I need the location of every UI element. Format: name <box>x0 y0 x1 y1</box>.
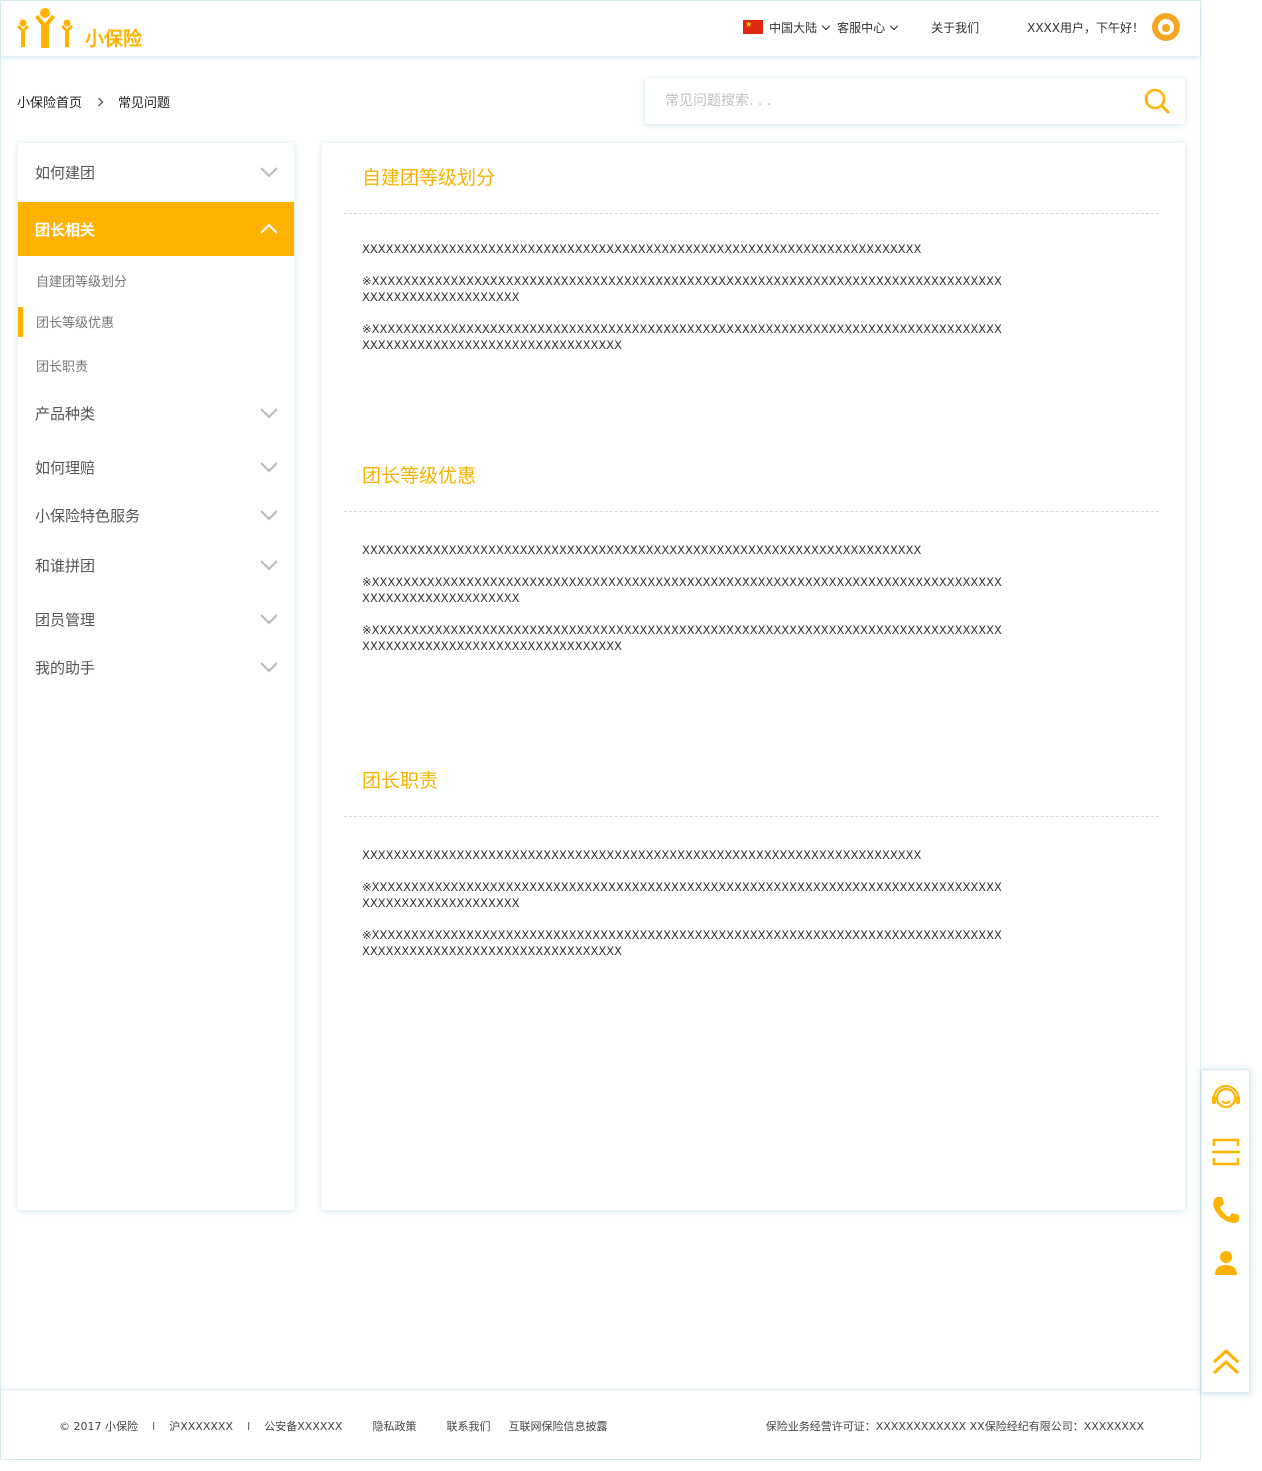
sidebar-item-label: 团长相关 <box>35 220 96 239</box>
search-icon[interactable] <box>1143 87 1171 115</box>
sidebar-item-create-group[interactable]: 如何建团 <box>18 145 294 199</box>
sidebar-item-label: 团员管理 <box>35 610 96 629</box>
section-paragraph: ※XXXXXXXXXXXXXXXXXXXXXXXXXXXXXXXXXXXXXXX… <box>362 575 1002 605</box>
section-paragraph: XXXXXXXXXXXXXXXXXXXXXXXXXXXXXXXXXXXXXXXX… <box>362 242 922 256</box>
footer-separator: I <box>247 1419 251 1433</box>
faq-content: 自建团等级划分 XXXXXXXXXXXXXXXXXXXXXXXXXXXXXXXX… <box>322 143 1185 1210</box>
section-title: 自建团等级划分 <box>362 167 496 189</box>
section-paragraph: XXXXXXXXXXXXXXXXXXXXXXXXXXXXXXXXXXXXXXXX… <box>362 848 922 862</box>
privacy-policy-link[interactable]: 隐私政策 <box>372 1418 416 1434</box>
dashed-divider <box>344 511 1159 512</box>
section-paragraph: ※XXXXXXXXXXXXXXXXXXXXXXXXXXXXXXXXXXXXXXX… <box>362 880 1002 910</box>
sub-item-leader-discounts[interactable]: 团长等级优惠 <box>18 301 294 341</box>
customer-service-menu[interactable]: 客服中心 <box>837 19 905 36</box>
brand-name: 小保险 <box>85 28 143 50</box>
region-selector[interactable]: 中国大陆 <box>743 19 837 36</box>
breadcrumb-current: 常见问题 <box>118 96 171 111</box>
scan-icon[interactable] <box>1210 1136 1242 1168</box>
section-paragraph: ※XXXXXXXXXXXXXXXXXXXXXXXXXXXXXXXXXXXXXXX… <box>362 928 1002 958</box>
sub-item-label: 团长等级优惠 <box>36 315 115 331</box>
about-us-link[interactable]: 关于我们 <box>931 19 979 36</box>
footer: © 2017 小保险 I 沪XXXXXXX I 公安备XXXXXX 隐私政策 联… <box>1 1391 1200 1459</box>
chevron-down-icon <box>260 408 278 419</box>
sub-item-group-levels[interactable]: 自建团等级划分 <box>18 260 294 300</box>
sidebar-item-claims[interactable]: 如何理赔 <box>18 440 294 494</box>
dashed-divider <box>344 213 1159 214</box>
footer-separator: I <box>152 1419 156 1433</box>
search-box <box>645 78 1185 124</box>
faq-sidebar: 如何建团 团长相关 自建团等级划分 团长等级优惠 团长职责 产品种类 如何理赔 … <box>18 143 294 1210</box>
header: 小保险 中国大陆 客服中心 关于我们 XXXX用户，下午好！ <box>1 1 1200 56</box>
contact-us-link[interactable]: 联系我们 <box>446 1418 490 1434</box>
floating-toolbar <box>1201 1069 1250 1393</box>
chevron-down-icon <box>260 462 278 473</box>
chevron-down-icon <box>260 560 278 571</box>
about-us-label: 关于我们 <box>931 20 980 35</box>
avatar[interactable] <box>1152 13 1180 41</box>
chevron-down-icon <box>260 167 278 178</box>
sidebar-item-special-services[interactable]: 小保险特色服务 <box>18 488 294 542</box>
chevron-down-icon <box>889 21 899 30</box>
section-paragraph: ※XXXXXXXXXXXXXXXXXXXXXXXXXXXXXXXXXXXXXXX… <box>362 322 1002 352</box>
sub-item-label: 自建团等级划分 <box>36 274 128 290</box>
breadcrumb: 小保险首页 常见问题 <box>17 92 170 111</box>
section-title: 团长职责 <box>362 770 439 792</box>
section-paragraph: ※XXXXXXXXXXXXXXXXXXXXXXXXXXXXXXXXXXXXXXX… <box>362 623 1002 653</box>
sidebar-item-group-with[interactable]: 和谁拼团 <box>18 538 294 592</box>
sub-item-leader-duties[interactable]: 团长职责 <box>18 345 294 385</box>
insurance-disclosure-link[interactable]: 互联网保险信息披露 <box>508 1418 607 1434</box>
china-flag-icon <box>743 20 764 34</box>
user-greeting: XXXX用户，下午好！ <box>1027 19 1144 36</box>
dashed-divider <box>344 816 1159 817</box>
police-record[interactable]: 公安备XXXXXX <box>264 1418 342 1434</box>
top-nav: 中国大陆 客服中心 关于我们 XXXX用户，下午好！ <box>743 1 1180 53</box>
sidebar-item-label: 如何建团 <box>35 163 96 182</box>
chevron-down-icon <box>260 662 278 673</box>
sidebar-item-label: 我的助手 <box>35 658 96 677</box>
section-paragraph: XXXXXXXXXXXXXXXXXXXXXXXXXXXXXXXXXXXXXXXX… <box>362 543 922 557</box>
sidebar-item-label: 和谁拼团 <box>35 556 96 575</box>
customer-service-label: 客服中心 <box>837 20 886 35</box>
sidebar-item-member-management[interactable]: 团员管理 <box>18 592 294 646</box>
chevron-up-icon <box>260 223 278 234</box>
sidebar-item-label: 小保险特色服务 <box>35 506 141 525</box>
chevron-down-icon <box>821 21 831 30</box>
chevron-down-icon <box>260 614 278 625</box>
sidebar-item-my-assistant[interactable]: 我的助手 <box>18 640 294 694</box>
logo[interactable]: 小保险 <box>15 7 165 51</box>
headset-icon[interactable] <box>1210 1082 1242 1114</box>
breadcrumb-home[interactable]: 小保险首页 <box>17 92 82 111</box>
section-paragraph: ※XXXXXXXXXXXXXXXXXXXXXXXXXXXXXXXXXXXXXXX… <box>362 274 1002 304</box>
footer-left: © 2017 小保险 I 沪XXXXXXX I 公安备XXXXXX 隐私政策 联… <box>59 1418 607 1434</box>
icp-number[interactable]: 沪XXXXXXX <box>169 1418 233 1434</box>
chevron-right-icon <box>94 97 104 106</box>
chevron-down-icon <box>260 510 278 521</box>
greeting-text: XXXX用户，下午好！ <box>1027 20 1144 35</box>
phone-icon[interactable] <box>1210 1194 1242 1226</box>
search-input[interactable] <box>665 90 1125 112</box>
sub-item-label: 团长职责 <box>36 359 89 375</box>
sidebar-item-label: 产品种类 <box>35 404 96 423</box>
page: 小保险 中国大陆 客服中心 关于我们 XXXX用户，下午好！ 小保险首页 常见 <box>0 0 1201 1460</box>
logo-people-icon <box>17 8 73 48</box>
sidebar-item-group-leader[interactable]: 团长相关 <box>18 202 294 256</box>
back-to-top-icon[interactable] <box>1210 1346 1242 1378</box>
copyright-text: © 2017 小保险 <box>59 1420 138 1433</box>
sidebar-item-label: 如何理赔 <box>35 458 96 477</box>
region-label: 中国大陆 <box>769 20 818 35</box>
license-text: 保险业务经营许可证：XXXXXXXXXXXX XX保险经纪有限公司：XXXXXX… <box>765 1420 1144 1433</box>
sidebar-item-product-types[interactable]: 产品种类 <box>18 386 294 440</box>
user-icon[interactable] <box>1210 1247 1242 1279</box>
section-title: 团长等级优惠 <box>362 465 477 487</box>
